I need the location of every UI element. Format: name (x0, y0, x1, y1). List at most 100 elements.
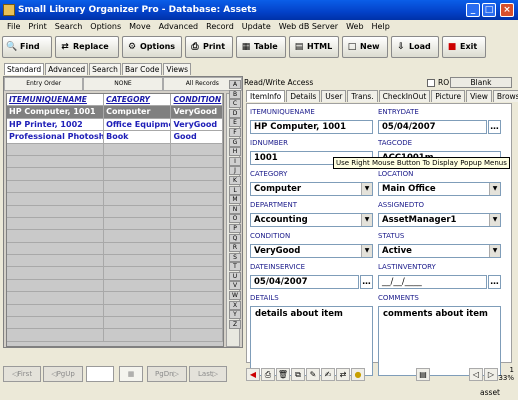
category-select[interactable]: Computer ▼ (250, 182, 373, 196)
close-button[interactable]: × (500, 3, 514, 17)
print-record-icon[interactable]: ⎙ (261, 368, 275, 381)
alpha-index-g[interactable]: G (229, 137, 241, 147)
location-select[interactable]: Main Office ▼ (378, 182, 501, 196)
tab-iteminfo[interactable]: ItemInfo (246, 90, 286, 102)
tab-browser[interactable]: Browser (492, 90, 518, 102)
menu-web-db-server[interactable]: Web dB Server (275, 20, 342, 34)
alpha-index-l[interactable]: L (229, 185, 241, 195)
chevron-down-icon[interactable]: ▼ (361, 183, 372, 195)
menu-print[interactable]: Print (24, 20, 50, 34)
exit-button[interactable]: ■ Exit (442, 36, 486, 58)
table-row[interactable]: HP Printer, 1002 Office Equipme VeryGood (7, 118, 223, 132)
alpha-index-k[interactable]: K (229, 175, 241, 185)
tab-picture[interactable]: Picture (431, 90, 466, 102)
alpha-index-p[interactable]: P (229, 223, 241, 233)
chevron-down-icon[interactable]: ▼ (361, 245, 372, 257)
lastinventory-field[interactable]: __/__/____ (378, 275, 487, 289)
alpha-index-u[interactable]: U (229, 271, 241, 281)
record-edit-icon[interactable]: ✍ (321, 368, 335, 381)
chevron-down-icon[interactable]: ▼ (361, 214, 372, 226)
report-icon[interactable]: ▤ (416, 368, 430, 381)
menu-options[interactable]: Options (86, 20, 125, 34)
condition-select[interactable]: VeryGood ▼ (250, 244, 373, 258)
alpha-index-q[interactable]: Q (229, 233, 241, 243)
record-action-icon[interactable]: ✎ (306, 368, 320, 381)
dateinservice-picker-button[interactable]: … (360, 275, 373, 289)
tab-advanced[interactable]: Advanced (45, 63, 89, 75)
alpha-index-r[interactable]: R (229, 243, 241, 253)
alpha-index-a[interactable]: A (229, 80, 241, 89)
comments-textarea[interactable]: comments about item (378, 306, 501, 376)
tab-bar-code[interactable]: Bar Code (121, 63, 163, 75)
html-button[interactable]: ▤ HTML (289, 36, 339, 58)
alpha-index-n[interactable]: N (229, 204, 241, 214)
alpha-index-s[interactable]: S (229, 252, 241, 262)
table-row[interactable]: Professional Photosho Book Good (7, 131, 223, 144)
alpha-index-y[interactable]: Y (229, 310, 241, 320)
find-button[interactable]: 🔍 Find (2, 36, 52, 58)
lastinventory-picker-button[interactable]: … (488, 275, 501, 289)
alpha-index-i[interactable]: I (229, 156, 241, 166)
entry-order-button[interactable]: Entry Order (4, 77, 84, 91)
table-button[interactable]: ▦ Table (236, 36, 286, 58)
menu-update[interactable]: Update (238, 20, 275, 34)
back-arrow-icon[interactable]: ◀ (246, 368, 260, 381)
alpha-index-t[interactable]: T (229, 262, 241, 272)
alpha-index-f[interactable]: F (229, 127, 241, 137)
dateinservice-field[interactable]: 05/04/2007 (250, 275, 359, 289)
menu-web[interactable]: Web (342, 20, 367, 34)
tab-standard[interactable]: Standard (4, 63, 45, 75)
minimize-button[interactable]: _ (466, 3, 480, 17)
maximize-button[interactable]: □ (482, 3, 496, 17)
menu-record[interactable]: Record (202, 20, 238, 34)
status-select[interactable]: Active ▼ (378, 244, 501, 258)
copy-icon[interactable]: ⧉ (291, 368, 305, 381)
record-number-field[interactable] (86, 366, 114, 382)
blank-button[interactable]: Blank (450, 77, 512, 88)
alpha-index-c[interactable]: C (229, 99, 241, 109)
itemuniquename-field[interactable]: HP Computer, 1001 (250, 120, 373, 134)
alpha-index-x[interactable]: X (229, 300, 241, 310)
table-row[interactable]: HP Computer, 1001 Computer VeryGood (7, 106, 223, 119)
menu-search[interactable]: Search (51, 20, 86, 34)
menu-file[interactable]: File (3, 20, 24, 34)
menu-help[interactable]: Help (368, 20, 394, 34)
tab-search[interactable]: Search (89, 63, 121, 75)
lightbulb-icon[interactable]: ● (351, 368, 365, 381)
first-button[interactable]: ◁First (3, 366, 41, 382)
color-icon[interactable]: ▦ (119, 366, 143, 382)
menu-advanced[interactable]: Advanced (155, 20, 203, 34)
pgup-button[interactable]: ◁PgUp (43, 366, 83, 382)
replace-button[interactable]: ⇄ Replace (55, 36, 119, 58)
chevron-down-icon[interactable]: ▼ (489, 214, 500, 226)
alpha-index-e[interactable]: E (229, 118, 241, 128)
tab-views[interactable]: Views (163, 63, 192, 75)
ro-checkbox[interactable]: RO (427, 78, 449, 87)
tab-checkinout[interactable]: CheckInOut (378, 90, 431, 102)
alpha-index-j[interactable]: J (229, 166, 241, 176)
tab-trans[interactable]: Trans. (347, 90, 378, 102)
chevron-down-icon[interactable]: ▼ (489, 245, 500, 257)
alpha-index-d[interactable]: D (229, 108, 241, 118)
prev-record-icon[interactable]: ◁ (469, 368, 483, 381)
delete-icon[interactable]: 🗑 (276, 368, 290, 381)
column-header-itemuniquename[interactable]: ITEMUNIQUENAME (7, 94, 105, 106)
column-header-category[interactable]: CATEGORY (104, 94, 172, 106)
alpha-index-v[interactable]: V (229, 281, 241, 291)
checkout-icon[interactable]: ⇄ (336, 368, 350, 381)
pgdn-button[interactable]: PgDn▷ (147, 366, 187, 382)
tab-details[interactable]: Details (286, 90, 321, 102)
entrydate-field[interactable]: 05/04/2007 (378, 120, 487, 134)
alpha-index-b[interactable]: B (229, 89, 241, 99)
alpha-index-h[interactable]: H (229, 147, 241, 157)
tab-user[interactable]: User (321, 90, 347, 102)
entrydate-picker-button[interactable]: … (488, 120, 501, 134)
chevron-down-icon[interactable]: ▼ (489, 183, 500, 195)
none-order-button[interactable]: NONE (83, 77, 163, 91)
load-button[interactable]: ⇩ Load (391, 36, 439, 58)
alpha-index-w[interactable]: W (229, 291, 241, 301)
tab-view[interactable]: View (466, 90, 492, 102)
alpha-index-z[interactable]: Z (229, 319, 241, 329)
new-button[interactable]: □ New (342, 36, 388, 58)
department-select[interactable]: Accounting ▼ (250, 213, 373, 227)
